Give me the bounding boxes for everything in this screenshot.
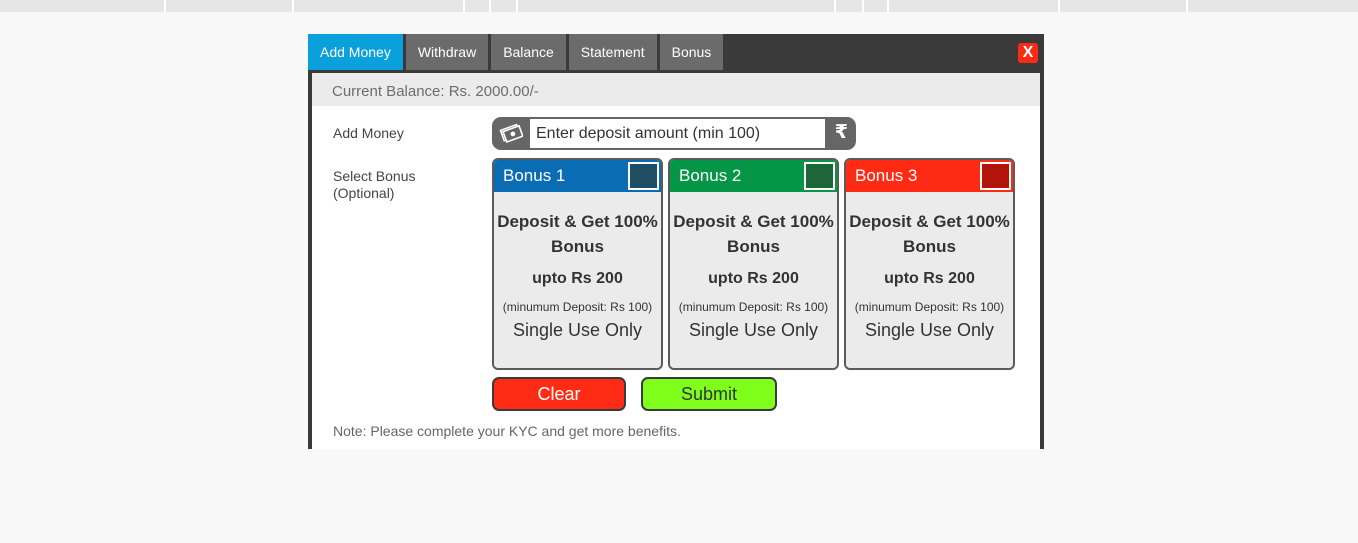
bonus-card-1[interactable]: Bonus 1 Deposit & Get 100% Bonus upto Rs… <box>492 158 663 370</box>
deposit-amount-group: ₹ <box>492 117 856 150</box>
bonus-offer-line2: Bonus <box>551 237 604 256</box>
bonus-card-body: Deposit & Get 100% Bonus upto Rs 200 (mi… <box>846 192 1013 341</box>
bonus-title: Bonus 2 <box>679 166 742 185</box>
bonus-card-header: Bonus 2 <box>670 160 837 192</box>
select-bonus-label: Select Bonus (Optional) <box>333 168 416 202</box>
bonus-card-body: Deposit & Get 100% Bonus upto Rs 200 (mi… <box>494 192 661 341</box>
nav-divider <box>489 0 491 12</box>
tab-withdraw[interactable]: Withdraw <box>405 34 489 70</box>
bonus-title: Bonus 1 <box>503 166 566 185</box>
bonus-cap: upto Rs 200 <box>532 270 623 287</box>
select-bonus-optional: (Optional) <box>333 185 395 201</box>
add-money-label: Add Money <box>333 125 404 141</box>
bonus-cap: upto Rs 200 <box>708 270 799 287</box>
deposit-amount-input[interactable] <box>530 119 825 148</box>
bonus-cap: upto Rs 200 <box>884 270 975 287</box>
add-money-panel: Current Balance: Rs. 2000.00/- Add Money… <box>312 73 1040 449</box>
select-bonus-label-text: Select Bonus <box>333 168 416 184</box>
bonus-offer-line1: Deposit & Get 100% <box>849 212 1010 231</box>
bonus-card-header: Bonus 1 <box>494 160 661 192</box>
bonus-min-deposit: (minumum Deposit: Rs 100) <box>678 300 829 314</box>
money-icon <box>499 123 523 143</box>
tab-statement[interactable]: Statement <box>568 34 657 70</box>
nav-divider <box>834 0 836 12</box>
bonus-card-body: Deposit & Get 100% Bonus upto Rs 200 (mi… <box>670 192 837 341</box>
bonus-card-header: Bonus 3 <box>846 160 1013 192</box>
bonus-usage: Single Use Only <box>512 320 643 340</box>
nav-divider <box>516 0 518 12</box>
bonus-usage: Single Use Only <box>864 320 995 340</box>
nav-divider <box>164 0 166 12</box>
nav-divider <box>463 0 465 12</box>
kyc-note: Note: Please complete your KYC and get m… <box>333 423 681 439</box>
bonus-select-checkbox[interactable] <box>628 162 659 190</box>
tab-bonus[interactable]: Bonus <box>659 34 724 70</box>
current-balance: Current Balance: Rs. 2000.00/- <box>312 73 1040 106</box>
bonus-usage: Single Use Only <box>688 320 819 340</box>
bonus-offer-line1: Deposit & Get 100% <box>497 212 658 231</box>
nav-divider <box>887 0 889 12</box>
bonus-select-checkbox[interactable] <box>804 162 835 190</box>
submit-button[interactable]: Submit <box>641 377 777 411</box>
nav-divider <box>1186 0 1188 12</box>
nav-divider <box>292 0 294 12</box>
bonus-offer-line1: Deposit & Get 100% <box>673 212 834 231</box>
clear-button[interactable]: Clear <box>492 377 626 411</box>
nav-divider <box>862 0 864 12</box>
tab-add-money[interactable]: Add Money <box>308 34 403 70</box>
nav-divider <box>1058 0 1060 12</box>
bonus-card-2[interactable]: Bonus 2 Deposit & Get 100% Bonus upto Rs… <box>668 158 839 370</box>
bonus-title: Bonus 3 <box>855 166 918 185</box>
top-nav-strip <box>0 0 1358 12</box>
bonus-min-deposit: (minumum Deposit: Rs 100) <box>854 300 1005 314</box>
tab-balance[interactable]: Balance <box>491 34 566 70</box>
close-icon[interactable]: X <box>1018 43 1038 63</box>
bonus-offer-line2: Bonus <box>727 237 780 256</box>
rupee-icon: ₹ <box>834 121 848 143</box>
bonus-select-checkbox[interactable] <box>980 162 1011 190</box>
bonus-offer-line2: Bonus <box>903 237 956 256</box>
wallet-modal: Add Money Withdraw Balance Statement Bon… <box>308 34 1044 449</box>
bonus-min-deposit: (minumum Deposit: Rs 100) <box>502 300 653 314</box>
wallet-tabs: Add Money Withdraw Balance Statement Bon… <box>308 34 726 70</box>
bonus-card-3[interactable]: Bonus 3 Deposit & Get 100% Bonus upto Rs… <box>844 158 1015 370</box>
